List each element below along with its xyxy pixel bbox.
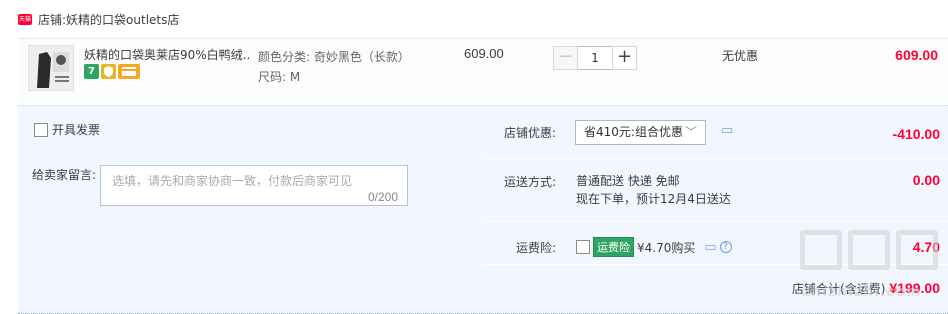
- service-badges: 7: [84, 64, 140, 79]
- summary-divider: [483, 158, 948, 159]
- shipping-insurance-option[interactable]: 运费险 ¥4.70购买 ▭ ?: [576, 237, 732, 257]
- insurance-tag: 运费险: [593, 237, 634, 257]
- chat-bubble-icon[interactable]: ▭: [721, 123, 733, 138]
- message-label: 给卖家留言:: [32, 168, 97, 182]
- guarantee-shield-icon[interactable]: [101, 64, 116, 79]
- quantity-decrease-button[interactable]: −: [553, 46, 578, 70]
- invoice-label: 开具发票: [52, 123, 101, 137]
- unit-price: 609.00: [464, 46, 504, 61]
- product-title-link[interactable]: 妖精的口袋奥莱店90%白鸭绒...: [84, 46, 250, 62]
- tmall-logo-icon: 天猫: [18, 13, 32, 25]
- item-discount: 无优惠: [722, 49, 759, 63]
- shop-discount-selected: 省410元:组合优惠: [584, 125, 683, 139]
- seven-day-return-icon[interactable]: 7: [84, 64, 99, 79]
- shop-name-link[interactable]: 妖精的口袋outlets店: [66, 11, 179, 28]
- size-label: 尺码:: [258, 70, 287, 84]
- quantity-increase-button[interactable]: +: [612, 46, 637, 70]
- shipping-method: 普通配送 快递 免邮 现在下单，预计12月4日送达: [576, 172, 731, 208]
- order-item-row: 妖精的口袋奥莱店90%白鸭绒... 7 颜色分类: 奇妙黑色（长款） 尺码: M…: [18, 38, 948, 106]
- credit-card-icon[interactable]: [118, 64, 140, 79]
- insurance-price: ¥4.70购买: [637, 240, 696, 255]
- shop-header: 天猫 店铺: 妖精的口袋outlets店: [0, 0, 948, 38]
- invoice-option[interactable]: 开具发票: [34, 121, 100, 138]
- color-label: 颜色分类:: [258, 50, 311, 64]
- sku-info: 颜色分类: 奇妙黑色（长款） 尺码: M: [258, 47, 410, 87]
- shop-total: 店铺合计(含运费) ¥199.00: [792, 280, 940, 297]
- seller-message-input[interactable]: 选填，请先和商家协商一致，付款后商家可见 0/200: [100, 165, 408, 206]
- color-value: 奇妙黑色（长款）: [313, 50, 410, 64]
- size-value: M: [289, 70, 301, 84]
- shipping-label: 运送方式:: [503, 175, 556, 189]
- shop-total-amount: ¥199.00: [889, 280, 940, 296]
- shop-discount-amount: -410.00: [892, 126, 940, 142]
- shop-discount-select[interactable]: 省410元:组合优惠 ﹀: [575, 120, 706, 145]
- quantity-stepper: − 1 +: [553, 46, 637, 70]
- shipping-method-line: 普通配送 快递 免邮: [576, 174, 680, 188]
- insurance-checkbox[interactable]: [576, 240, 590, 254]
- message-placeholder: 选填，请先和商家协商一致，付款后商家可见: [112, 174, 353, 188]
- insurance-label: 运费险:: [515, 241, 556, 255]
- order-detail-panel: 开具发票 给卖家留言: 选填，请先和商家协商一致，付款后商家可见 0/200 店…: [18, 106, 948, 314]
- shop-total-label: 店铺合计(含运费): [792, 282, 886, 296]
- help-question-icon[interactable]: ?: [719, 241, 732, 253]
- summary-divider: [483, 221, 948, 222]
- invoice-checkbox[interactable]: [34, 122, 48, 137]
- message-char-counter: 0/200: [367, 190, 398, 204]
- quantity-input[interactable]: 1: [578, 46, 612, 70]
- shipping-eta: 现在下单，预计12月4日送达: [576, 192, 731, 206]
- product-thumbnail[interactable]: [28, 45, 74, 91]
- summary-divider: [483, 264, 948, 265]
- shop-label: 店铺:: [38, 12, 67, 27]
- chat-bubble-icon[interactable]: ▭: [704, 240, 716, 255]
- insurance-amount: 4.70: [912, 239, 940, 255]
- shipping-amount: 0.00: [912, 172, 940, 188]
- chevron-down-icon: ﹀: [684, 125, 697, 139]
- item-subtotal: 609.00: [895, 47, 938, 63]
- shop-discount-label: 店铺优惠:: [503, 126, 556, 140]
